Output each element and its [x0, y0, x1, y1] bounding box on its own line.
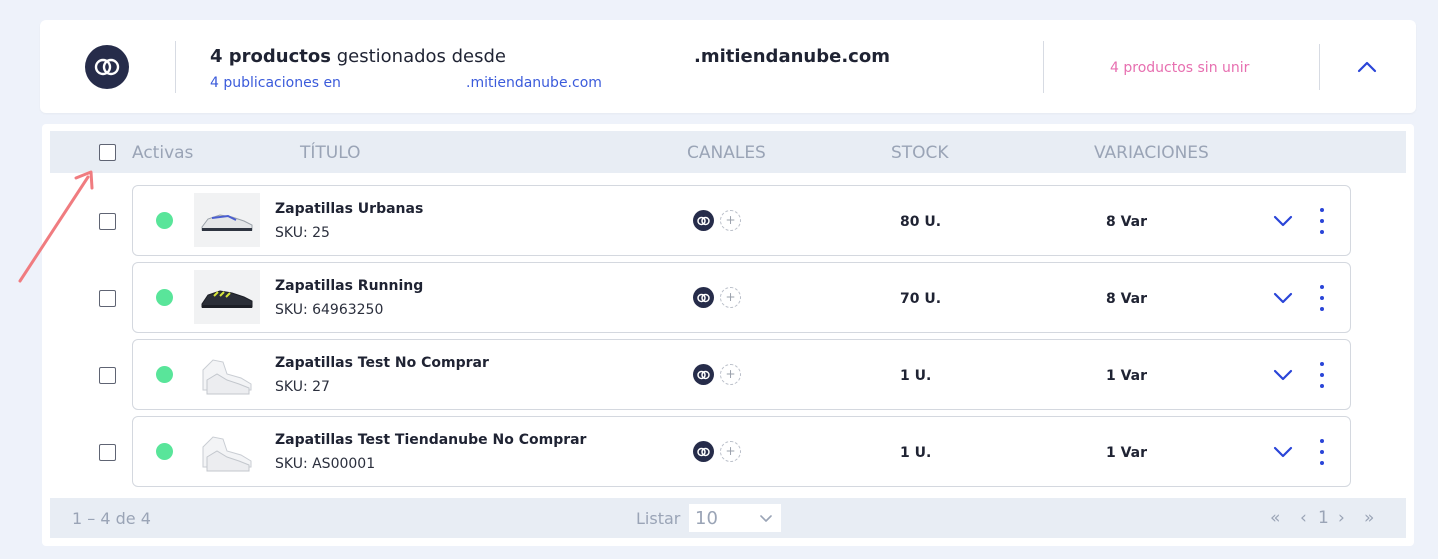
brand-logo-icon: [85, 45, 129, 89]
table-row[interactable]: Zapatillas Running SKU: 64963250 + 70 U.…: [132, 262, 1351, 333]
page-size-label: Listar: [636, 509, 681, 528]
product-thumbnail: [194, 424, 260, 478]
channel-tiendanube-icon[interactable]: [693, 210, 714, 231]
product-sku: SKU: 27: [275, 379, 330, 395]
row-checkbox[interactable]: [99, 290, 116, 307]
product-stock: 1 U.: [900, 445, 932, 461]
row-menu-kebab-icon[interactable]: [1318, 362, 1326, 388]
column-variations[interactable]: VARIACIONES: [1094, 143, 1209, 163]
channel-tiendanube-icon[interactable]: [693, 364, 714, 385]
product-sku: SKU: 25: [275, 225, 330, 241]
store-domain: .mitiendanube.com: [694, 46, 890, 67]
column-stock[interactable]: STOCK: [891, 143, 949, 163]
row-menu-kebab-icon[interactable]: [1318, 208, 1326, 234]
active-status-dot: [156, 366, 173, 383]
table-header: Activas TÍTULO CANALES STOCK VARIACIONES: [50, 131, 1406, 173]
summary-header-card: 4 productos gestionados desde .mitiendan…: [40, 20, 1416, 113]
product-variations: 1 Var: [1106, 445, 1148, 461]
row-checkbox[interactable]: [99, 367, 116, 384]
next-page-button[interactable]: ›: [1338, 508, 1345, 528]
chevron-down-icon: [760, 515, 772, 522]
row-checkbox[interactable]: [99, 444, 116, 461]
product-variations: 1 Var: [1106, 368, 1148, 384]
product-variations: 8 Var: [1106, 214, 1148, 230]
publications-domain-link[interactable]: .mitiendanube.com: [466, 75, 602, 91]
expand-chevron-down-icon[interactable]: [1272, 366, 1294, 384]
add-channel-icon[interactable]: +: [720, 364, 741, 385]
table-row[interactable]: Zapatillas Test No Comprar SKU: 27 + 1 U…: [132, 339, 1351, 410]
table-footer: 1 – 4 de 4 Listar 10 « ‹ 1 › »: [50, 498, 1406, 538]
first-page-button[interactable]: «: [1270, 508, 1280, 528]
table-row[interactable]: Zapatillas Test Tiendanube No Comprar SK…: [132, 416, 1351, 487]
active-status-dot: [156, 212, 173, 229]
product-sku: SKU: AS00001: [275, 456, 376, 472]
collapse-chevron-up-icon[interactable]: [1356, 56, 1378, 78]
channel-tiendanube-icon[interactable]: [693, 441, 714, 462]
product-thumbnail: [194, 347, 260, 401]
current-page[interactable]: 1: [1318, 508, 1329, 528]
expand-chevron-down-icon[interactable]: [1272, 443, 1294, 461]
add-channel-icon[interactable]: +: [720, 210, 741, 231]
channel-tiendanube-icon[interactable]: [693, 287, 714, 308]
product-name[interactable]: Zapatillas Test No Comprar: [275, 355, 489, 371]
add-channel-icon[interactable]: +: [720, 287, 741, 308]
add-channel-icon[interactable]: +: [720, 441, 741, 462]
product-stock: 70 U.: [900, 291, 942, 307]
page-size-select[interactable]: 10: [689, 504, 781, 532]
column-active[interactable]: Activas: [132, 143, 193, 163]
column-channels[interactable]: CANALES: [687, 143, 766, 163]
page-size-value: 10: [695, 508, 718, 529]
divider: [1043, 41, 1044, 93]
unjoined-products-link[interactable]: 4 productos sin unir: [1110, 60, 1249, 76]
products-table-panel: Activas TÍTULO CANALES STOCK VARIACIONES…: [42, 124, 1414, 546]
table-row[interactable]: Zapatillas Urbanas SKU: 25 + 80 U. 8 Var: [132, 185, 1351, 256]
last-page-button[interactable]: »: [1364, 508, 1374, 528]
row-menu-kebab-icon[interactable]: [1318, 439, 1326, 465]
active-status-dot: [156, 443, 173, 460]
product-thumbnail: [194, 270, 260, 324]
expand-chevron-down-icon[interactable]: [1272, 289, 1294, 307]
row-checkbox[interactable]: [99, 213, 116, 230]
expand-chevron-down-icon[interactable]: [1272, 212, 1294, 230]
products-managed-title: 4 productos gestionados desde: [210, 46, 507, 67]
pagination-range: 1 – 4 de 4: [72, 509, 151, 528]
prev-page-button[interactable]: ‹: [1300, 508, 1307, 528]
product-stock: 80 U.: [900, 214, 942, 230]
select-all-checkbox[interactable]: [99, 144, 116, 161]
product-variations: 8 Var: [1106, 291, 1148, 307]
column-title[interactable]: TÍTULO: [300, 143, 360, 163]
product-name[interactable]: Zapatillas Test Tiendanube No Comprar: [275, 432, 586, 448]
divider: [1319, 44, 1320, 90]
publications-link[interactable]: 4 publicaciones en: [210, 75, 341, 91]
product-sku: SKU: 64963250: [275, 302, 384, 318]
product-thumbnail: [194, 193, 260, 247]
product-name[interactable]: Zapatillas Running: [275, 278, 423, 294]
product-stock: 1 U.: [900, 368, 932, 384]
divider: [175, 41, 176, 93]
active-status-dot: [156, 289, 173, 306]
row-menu-kebab-icon[interactable]: [1318, 285, 1326, 311]
product-name[interactable]: Zapatillas Urbanas: [275, 201, 423, 217]
